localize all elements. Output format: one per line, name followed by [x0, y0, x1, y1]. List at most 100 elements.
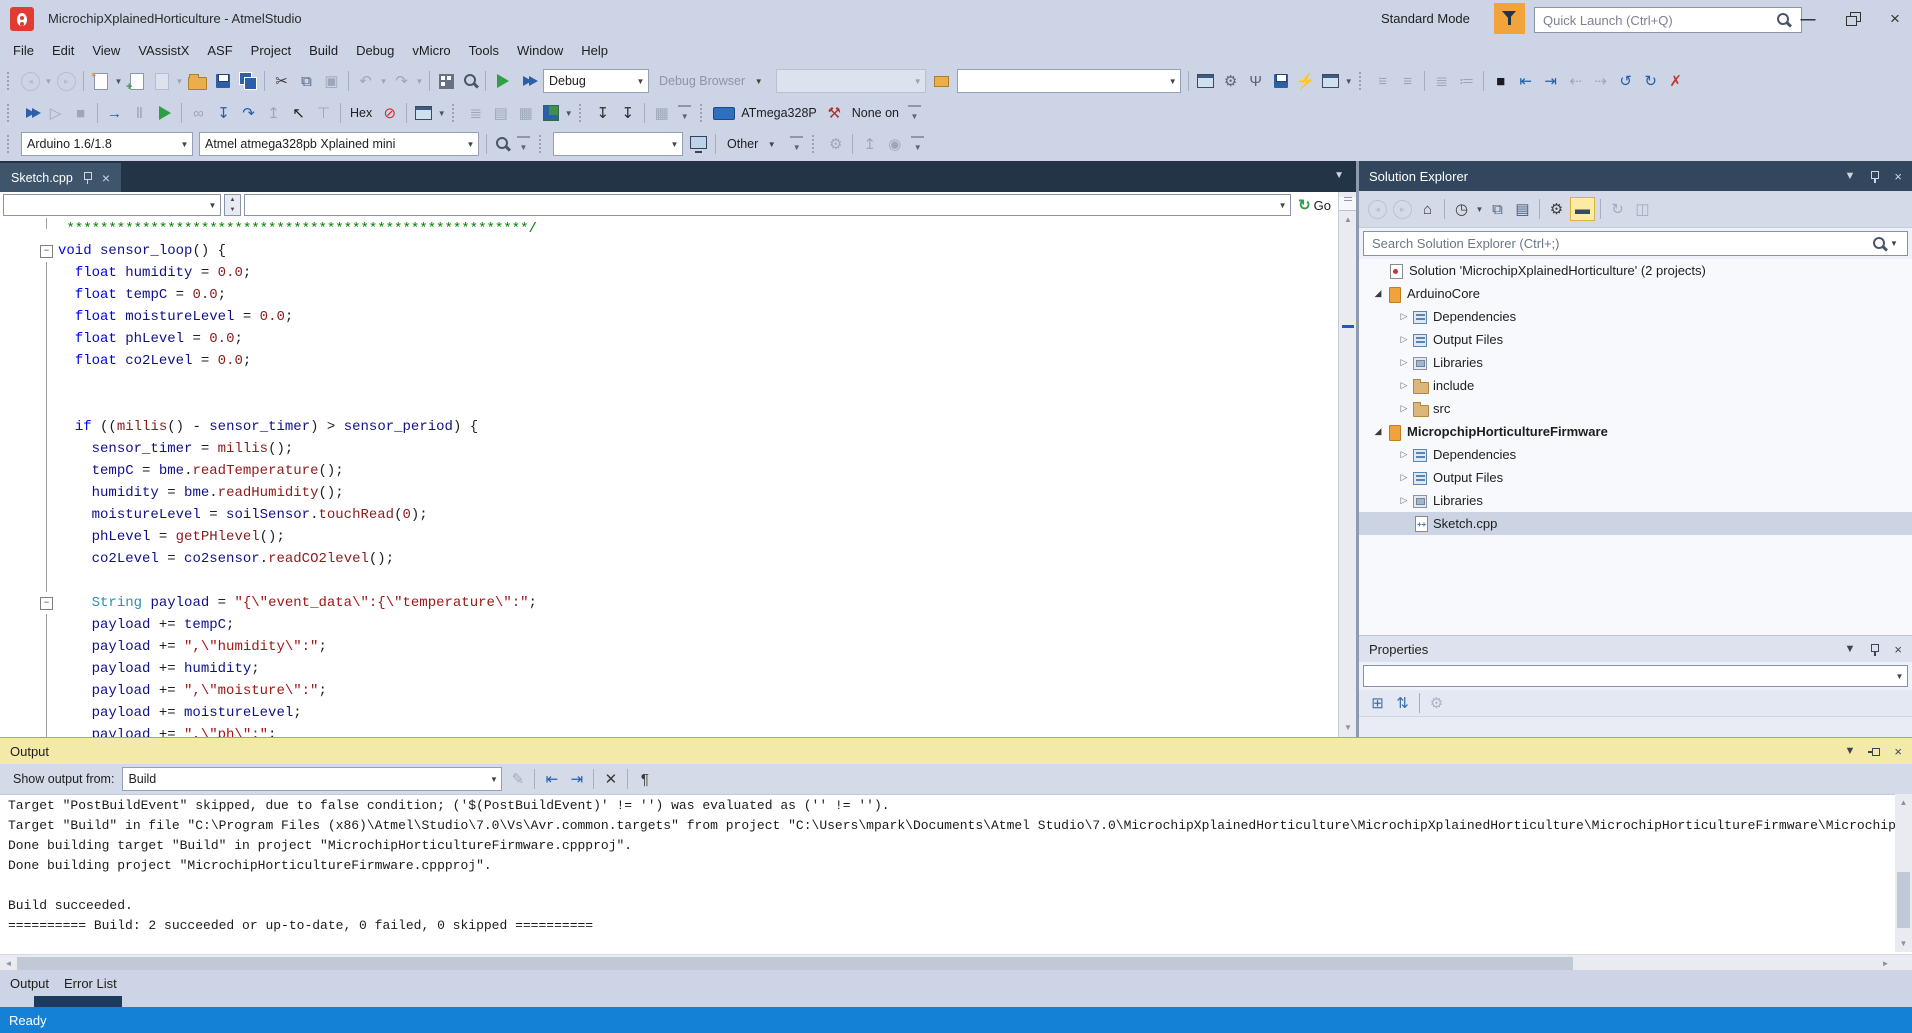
tree-item-micropchiphorticulturefirmware[interactable]: ◢MicropchipHorticultureFirmware	[1359, 420, 1912, 443]
split-handle[interactable]	[1339, 197, 1357, 211]
redo-icon[interactable]: ↷	[390, 70, 413, 92]
tree-expander-icon[interactable]: ▷	[1397, 495, 1411, 506]
editor-vertical-scrollbar[interactable]: ▲ ▼	[1338, 192, 1357, 737]
overflow-item[interactable]: ▼	[678, 105, 691, 121]
add-new-item-icon[interactable]	[125, 70, 148, 92]
copy-icon[interactable]: ⧉	[295, 70, 318, 92]
stop-icon[interactable]: ■	[1489, 70, 1512, 92]
memory-view-icon[interactable]: ▦	[514, 102, 537, 124]
watch-glasses-icon[interactable]: ∞	[187, 102, 210, 124]
new-project-icon[interactable]	[150, 70, 173, 92]
disassembly-icon[interactable]: ≣	[464, 102, 487, 124]
solexp-back-icon[interactable]: ◄	[1368, 200, 1387, 219]
serial-monitor-icon[interactable]	[687, 133, 710, 155]
nav-backward-icon[interactable]: ◄	[21, 72, 40, 91]
cursor-icon[interactable]: ↖	[287, 102, 310, 124]
tree-expander-icon[interactable]: ◢	[1371, 288, 1385, 299]
solexp-forward-icon[interactable]: ►	[1393, 200, 1412, 219]
code-line[interactable]: float moistureLevel = 0.0;	[0, 306, 1338, 328]
quick-find-icon[interactable]	[460, 71, 480, 91]
menu-view[interactable]: View	[83, 40, 129, 61]
rotate-right-icon[interactable]: ↻	[1639, 70, 1662, 92]
navigate-back-bar-icon[interactable]: ⇤	[1514, 70, 1537, 92]
scrollbar-thumb[interactable]	[17, 957, 1573, 970]
feedback-funnel-icon[interactable]	[1494, 3, 1525, 34]
tool-settings-icon[interactable]: ⚙	[1219, 70, 1242, 92]
window-list-icon[interactable]	[1319, 70, 1342, 92]
panel-close-icon[interactable]: ×	[1894, 744, 1902, 759]
caret-item[interactable]: ▼	[378, 77, 389, 86]
caret-item[interactable]: ▼	[436, 109, 447, 118]
processor-view-icon[interactable]	[412, 102, 435, 124]
device-name-label[interactable]: ATmega328P	[736, 106, 822, 120]
scroll-down-icon[interactable]: ▼	[1339, 719, 1357, 735]
caret-item[interactable]: ▼	[113, 77, 124, 86]
panel-pin-icon[interactable]	[1869, 643, 1880, 656]
quick-launch-input[interactable]: Quick Launch (Ctrl+Q)	[1534, 7, 1802, 33]
bottom-tab-error-list[interactable]: Error List	[64, 976, 117, 991]
menu-help[interactable]: Help	[572, 40, 617, 61]
refresh-icon[interactable]: ↻	[1606, 198, 1629, 220]
menu-asf[interactable]: ASF	[198, 40, 241, 61]
build-output-console[interactable]: Target "PostBuildEvent" skipped, due to …	[0, 795, 1912, 954]
panel-menu-chevron-icon[interactable]: ▼	[1845, 170, 1856, 182]
menu-file[interactable]: File	[4, 40, 43, 61]
categorized-icon[interactable]: ⊞	[1366, 692, 1389, 714]
tab-close-icon[interactable]: ×	[102, 170, 110, 186]
io-view-icon[interactable]	[539, 102, 562, 124]
stop-debug-icon[interactable]: ■	[69, 102, 92, 124]
caret-item[interactable]: ▼	[414, 77, 425, 86]
tree-item-sketch-cpp[interactable]: Sketch.cpp	[1359, 512, 1912, 535]
save-icon[interactable]	[211, 70, 234, 92]
board-combo[interactable]: Atmel atmega328pb Xplained mini▼	[199, 132, 479, 156]
tree-expander-icon[interactable]: ▷	[1397, 357, 1411, 368]
code-line[interactable]: payload += tempC;	[0, 614, 1338, 636]
code-line[interactable]: payload += ",\"humidity\":";	[0, 636, 1338, 658]
rotate-left-icon[interactable]: ↺	[1614, 70, 1637, 92]
types-combo[interactable]: ▼	[3, 194, 221, 216]
navigate-forward-bar-icon[interactable]: ⇥	[1539, 70, 1562, 92]
undo-icon[interactable]: ↶	[354, 70, 377, 92]
start-debugging-icon[interactable]	[491, 70, 514, 92]
overflow-item[interactable]: ▼	[517, 136, 530, 152]
upload-icon[interactable]: ↥	[858, 133, 881, 155]
solution-explorer-search-input[interactable]: Search Solution Explorer (Ctrl+;) ▼	[1363, 231, 1908, 256]
menu-build[interactable]: Build	[300, 40, 347, 61]
program-eeprom-icon[interactable]: ↧	[616, 102, 639, 124]
code-line[interactable]: moistureLevel = soilSensor.touchRead(0);	[0, 504, 1338, 526]
pin-icon[interactable]	[82, 171, 93, 184]
property-pages-icon[interactable]: ⚙	[1425, 692, 1448, 714]
code-line[interactable]: tempC = bme.readTemperature();	[0, 460, 1338, 482]
parameter-info-icon[interactable]: ≔	[1455, 70, 1478, 92]
hex-toggle-button[interactable]: Hex	[345, 106, 377, 120]
solution-configurations-combo[interactable]: Debug▼	[543, 69, 649, 93]
start-debug2-icon[interactable]	[153, 102, 176, 124]
tree-item-include[interactable]: ▷include	[1359, 374, 1912, 397]
output-vertical-scrollbar[interactable]: ▲ ▼	[1895, 794, 1912, 952]
navigate-to-icon[interactable]	[435, 70, 458, 92]
preview-selected-items-icon[interactable]: ▤	[1511, 198, 1534, 220]
delete-red-icon[interactable]: ✗	[1664, 70, 1687, 92]
outline-collapse-box[interactable]: −	[40, 597, 53, 610]
tree-item-output-files[interactable]: ▷Output Files	[1359, 466, 1912, 489]
menu-edit[interactable]: Edit	[43, 40, 83, 61]
panel-pin-icon[interactable]	[1868, 746, 1881, 757]
tree-item-dependencies[interactable]: ▷Dependencies	[1359, 443, 1912, 466]
restore-button[interactable]	[1838, 6, 1868, 32]
menu-project[interactable]: Project	[242, 40, 300, 61]
indent-increase-icon[interactable]: ≡	[1396, 70, 1419, 92]
tree-item-solution-microchipxplainedhorticulture-2-projects[interactable]: Solution 'MicrochipXplainedHorticulture'…	[1359, 259, 1912, 282]
scroll-up-icon[interactable]: ▲	[1895, 794, 1912, 811]
debug-browser-dropdown[interactable]: Debug Browser▼	[652, 74, 773, 88]
run-page-icon[interactable]: ▷	[44, 102, 67, 124]
tree-expander-icon[interactable]: ▷	[1397, 449, 1411, 460]
alphabetical-icon[interactable]: ⇅	[1391, 692, 1414, 714]
code-line[interactable]: phLevel = getPHlevel();	[0, 526, 1338, 548]
code-line[interactable]	[0, 372, 1338, 394]
show-all-files-icon[interactable]: ▬	[1570, 197, 1595, 221]
debugger-tool-icon[interactable]: ⚒	[823, 102, 846, 124]
panel-menu-chevron-icon[interactable]: ▼	[1845, 643, 1856, 655]
tree-item-output-files[interactable]: ▷Output Files	[1359, 328, 1912, 351]
code-line[interactable]: payload += ",\"moisture\":";	[0, 680, 1338, 702]
document-well-chevron-icon[interactable]: ▼	[1334, 170, 1344, 181]
